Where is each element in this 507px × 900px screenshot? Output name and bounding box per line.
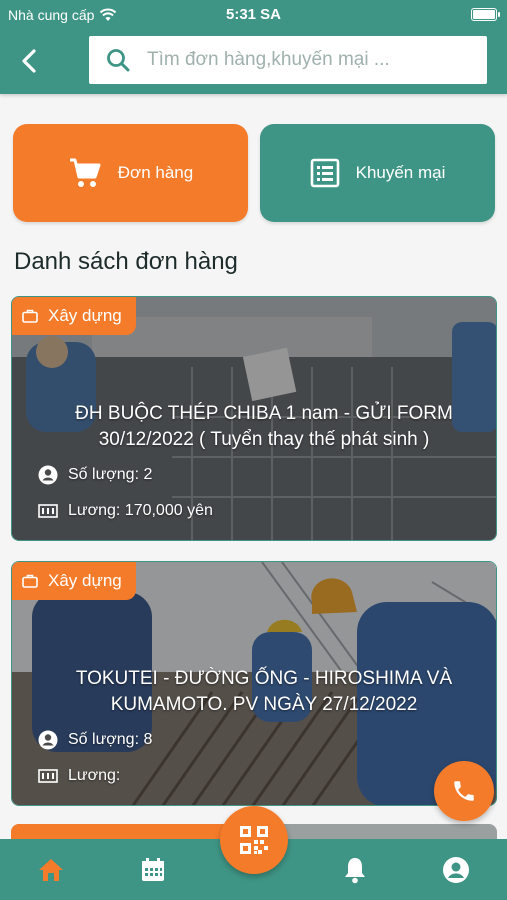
- salary-label: Lương: 170,000 yên: [68, 502, 213, 519]
- chevron-left-icon: [22, 49, 36, 73]
- quantity-label: Số lượng: 8: [68, 731, 153, 748]
- category-label: Xây dựng: [48, 306, 122, 325]
- call-button[interactable]: [434, 761, 494, 821]
- qr-code-icon: [240, 826, 268, 854]
- briefcase-icon: [22, 309, 38, 323]
- status-time: 5:31 SA: [225, 6, 282, 23]
- nav-home[interactable]: [34, 853, 68, 887]
- category-tag: Xây dựng: [12, 562, 136, 600]
- category-label: Xây dựng: [48, 571, 122, 590]
- status-bar: Nhà cung cấp 5:31 SA: [0, 0, 507, 30]
- order-title: ĐH BUỘC THÉP CHIBA 1 nam - GỬI FORM 30/1…: [75, 403, 453, 450]
- qr-scan-button[interactable]: [220, 806, 288, 874]
- calendar-icon: [142, 858, 164, 881]
- order-quantity: Số lượng: 2: [38, 465, 152, 485]
- orders-button-label: Đơn hàng: [117, 163, 194, 182]
- category-tag: Xây dựng: [12, 297, 136, 335]
- promotions-button[interactable]: Khuyến mại: [260, 124, 495, 222]
- list-icon: [310, 158, 339, 188]
- briefcase-icon: [22, 574, 38, 588]
- search-input[interactable]: [147, 49, 467, 71]
- orders-button[interactable]: Đơn hàng: [13, 124, 248, 222]
- phone-icon: [454, 781, 474, 801]
- app-header: [0, 30, 507, 94]
- order-salary: Lương: 170,000 yên: [38, 502, 213, 520]
- section-title: Danh sách đơn hàng: [14, 248, 238, 275]
- order-title: TOKUTEI - ĐƯỜNG ỐNG - HIROSHIMA VÀ KUMAM…: [75, 668, 453, 715]
- promotions-button-label: Khuyến mại: [355, 163, 446, 182]
- nav-calendar[interactable]: [136, 853, 170, 887]
- bell-icon: [345, 858, 365, 884]
- battery-icon: [471, 8, 500, 21]
- person-icon: [38, 730, 58, 750]
- search-box[interactable]: [89, 36, 487, 84]
- nav-account[interactable]: [439, 853, 473, 887]
- order-card[interactable]: Xây dựng ĐH BUỘC THÉP CHIBA 1 nam - GỬI …: [11, 296, 497, 541]
- cart-icon: [69, 158, 101, 187]
- back-button[interactable]: [12, 44, 46, 78]
- money-icon: [38, 769, 58, 783]
- order-card[interactable]: Xây dựng TOKUTEI - ĐƯỜNG ỐNG - HIROSHIMA…: [11, 561, 497, 806]
- salary-label: Lương:: [68, 767, 121, 784]
- order-salary: Lương:: [38, 767, 120, 785]
- person-icon: [38, 465, 58, 485]
- order-quantity: Số lượng: 8: [38, 730, 152, 750]
- search-icon: [107, 49, 130, 72]
- account-icon: [443, 857, 469, 883]
- nav-notifications[interactable]: [338, 853, 372, 887]
- quantity-label: Số lượng: 2: [68, 466, 153, 483]
- home-icon: [39, 859, 63, 881]
- money-icon: [38, 504, 58, 518]
